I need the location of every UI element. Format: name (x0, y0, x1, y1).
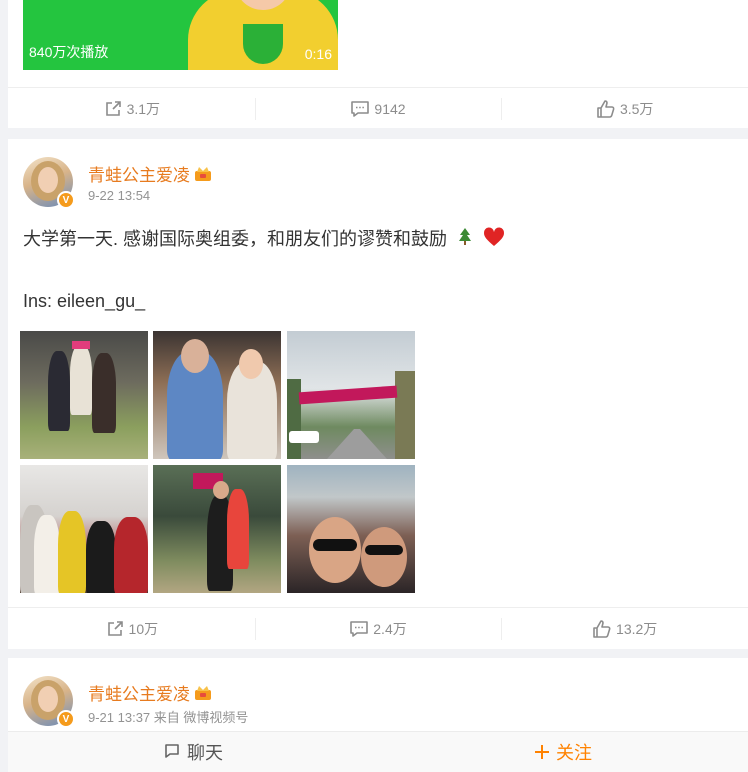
verified-badge-icon: V (57, 191, 75, 209)
repost-icon (103, 99, 123, 119)
ins-line: Ins: eileen_gu_ (23, 291, 146, 311)
repost-count: 10万 (128, 620, 159, 637)
plus-icon (534, 744, 550, 760)
repost-icon (105, 619, 125, 639)
action-bar: 3.1万 9142 3.5万 (8, 87, 748, 129)
chat-label: 聊天 (187, 743, 223, 763)
username-text: 青蛙公主爱凌 (88, 166, 190, 185)
like-button[interactable]: 3.5万 (501, 88, 748, 129)
action-bar: 10万 2.4万 13.2万 (8, 607, 748, 649)
username[interactable]: 青蛙公主爱凌 (88, 680, 212, 705)
chat-button[interactable]: 聊天 (8, 732, 378, 772)
username-text: 青蛙公主爱凌 (88, 685, 190, 704)
play-count: 840万次播放 (29, 44, 109, 60)
photo-grid (20, 331, 416, 593)
comment-icon (349, 619, 369, 639)
video-thumbnail[interactable]: 840万次播放 0:16 (23, 0, 338, 70)
avatar[interactable]: V (23, 157, 75, 209)
comment-count: 2.4万 (373, 620, 407, 637)
post-time[interactable]: 9-21 13:37 来自 微博视频号 (88, 707, 248, 726)
comment-count: 9142 (374, 100, 406, 117)
repost-button[interactable]: 3.1万 (8, 88, 255, 129)
vip-crown-icon (194, 685, 212, 701)
follow-button[interactable]: 关注 (378, 732, 748, 772)
repost-button[interactable]: 10万 (8, 608, 255, 649)
thumbs-up-icon (596, 99, 616, 119)
photo-with-man[interactable] (153, 331, 281, 459)
post-card-3: V 青蛙公主爱凌 9-21 13:37 来自 微博视频号 聊天 关注 (8, 658, 748, 772)
avatar[interactable]: V (23, 676, 75, 728)
like-button[interactable]: 13.2万 (501, 608, 748, 649)
vip-crown-icon (194, 166, 212, 182)
photo-selfie-crowd[interactable] (287, 465, 415, 593)
username[interactable]: 青蛙公主爱凌 (88, 161, 212, 186)
post-card-1: 840万次播放 0:16 3.1万 9142 3.5万 (8, 0, 748, 128)
photo-campus-banner[interactable] (287, 331, 415, 459)
repost-count: 3.1万 (126, 100, 161, 117)
comment-button[interactable]: 9142 (254, 88, 502, 129)
heart-icon (483, 227, 505, 253)
tree-icon (456, 227, 474, 253)
video-duration: 0:16 (304, 46, 332, 62)
comment-icon (350, 99, 370, 119)
photo-group-indoor[interactable] (20, 465, 148, 593)
photo-hug-outdoor[interactable] (153, 465, 281, 593)
thumbs-up-icon (592, 619, 612, 639)
chat-icon (163, 743, 181, 761)
follow-label: 关注 (556, 743, 592, 763)
post-body: 大学第一天. 感谢国际奥组委，和朋友们的谬赞和鼓励 (23, 229, 447, 249)
comment-button[interactable]: 2.4万 (254, 608, 502, 649)
profile-footer-bar: 聊天 关注 (8, 731, 748, 772)
post-time[interactable]: 9-22 13:54 (88, 188, 150, 203)
verified-badge-icon: V (57, 710, 75, 728)
post-text: 大学第一天. 感谢国际奥组委，和朋友们的谬赞和鼓励 (23, 227, 505, 253)
like-count: 13.2万 (616, 620, 658, 637)
like-count: 3.5万 (619, 100, 654, 117)
post-card-2: V 青蛙公主爱凌 9-22 13:54 大学第一天. 感谢国际奥组委，和朋友们的… (8, 139, 748, 649)
photo-group-crowd[interactable] (20, 331, 148, 459)
